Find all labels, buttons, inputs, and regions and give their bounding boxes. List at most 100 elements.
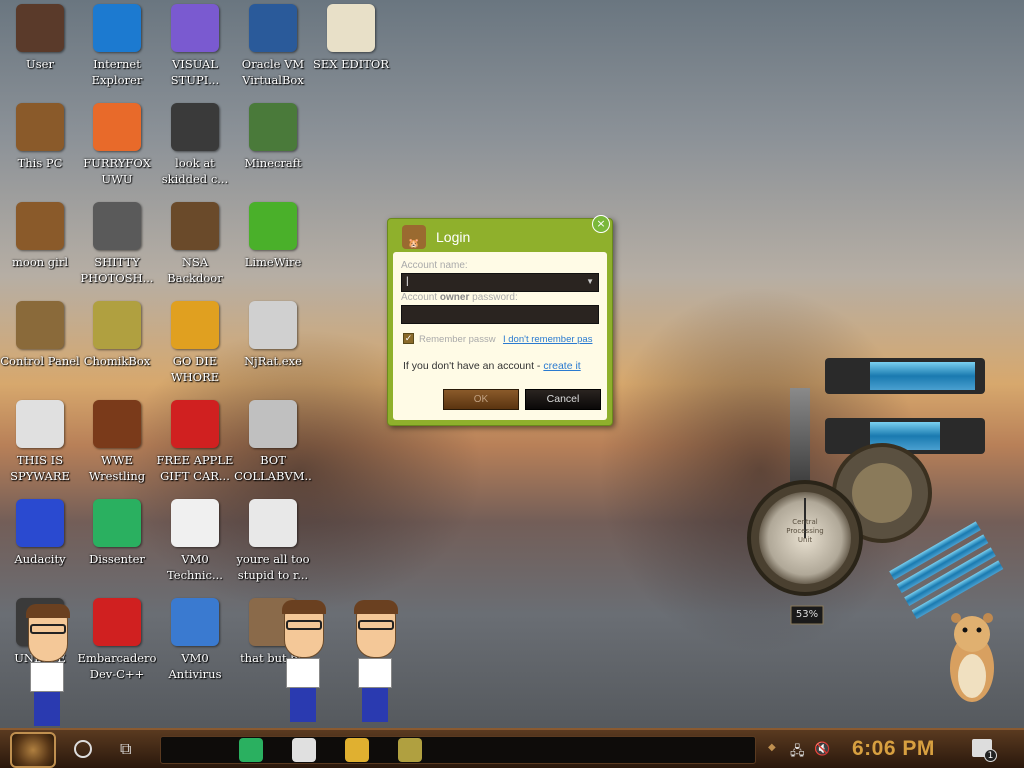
- chomikbox-icon: [93, 301, 141, 349]
- edge-browser-icon: [93, 4, 141, 52]
- remember-password-label: Remember passw: [419, 334, 496, 345]
- close-button[interactable]: ×: [592, 215, 610, 233]
- desktop-icon-label: Control Panel: [0, 354, 80, 368]
- desktop-icon[interactable]: Control Panel: [0, 301, 80, 397]
- login-title: Login: [436, 229, 471, 245]
- desktop-icon[interactable]: look at skidded c...: [155, 103, 235, 199]
- oven-icon: [93, 400, 141, 448]
- hamster-desktop-pet[interactable]: [942, 610, 1002, 706]
- dissenter-icon: [93, 499, 141, 547]
- desktop-icon-label: This PC: [17, 156, 63, 170]
- desktop-icon[interactable]: VM0 Antivirus: [155, 598, 235, 694]
- desktop-icon[interactable]: This PC: [0, 103, 80, 199]
- notification-count: 1: [984, 749, 997, 762]
- desktop-icon[interactable]: NSA Backdoor: [155, 202, 235, 298]
- password-label: Account owner password:: [401, 292, 518, 303]
- desktop-icon[interactable]: WWE Wrestling: [77, 400, 157, 496]
- desktop-icon[interactable]: User: [0, 4, 80, 100]
- lightbulb-icon: [16, 301, 64, 349]
- cancel-button[interactable]: Cancel: [525, 389, 601, 410]
- desktop-icon[interactable]: SEX EDITOR: [311, 4, 391, 100]
- desktop-icon[interactable]: Embarcadero Dev-C++: [77, 598, 157, 694]
- task-view-icon[interactable]: ⧉: [120, 739, 131, 759]
- desktop-icon-label: GO DIE WHORE: [170, 354, 220, 384]
- desktop-icon-label: THIS IS SPYWARE: [10, 453, 70, 483]
- desktop-icon-label: moon girl: [11, 255, 69, 269]
- desktop-icon[interactable]: Dissenter: [77, 499, 157, 595]
- desktop-icon[interactable]: moon girl: [0, 202, 80, 298]
- desktop-icon[interactable]: THIS IS SPYWARE: [0, 400, 80, 496]
- dropdown-arrow-icon[interactable]: ▼: [586, 277, 594, 286]
- audacity-icon: [16, 499, 64, 547]
- desktop-icon[interactable]: Minecraft: [233, 103, 313, 199]
- cartoon-character-2: [278, 600, 328, 722]
- notification-center-icon[interactable]: 1: [972, 739, 997, 762]
- account-name-value: |: [406, 276, 409, 287]
- account-name-label: Account name:: [401, 260, 468, 271]
- desktop-icon[interactable]: youre all too stupid to r...: [233, 499, 313, 595]
- desktop-icon[interactable]: NjRat.exe: [233, 301, 313, 397]
- chrome-icon: [16, 400, 64, 448]
- desktop-icon[interactable]: VM0 Technic...: [155, 499, 235, 595]
- gadget-graphic: [747, 358, 1004, 625]
- virtualbox-icon: [249, 4, 297, 52]
- desktop-icon-label: SEX EDITOR: [312, 57, 390, 71]
- desktop-icon-label: FURRYFOX UWU: [83, 156, 151, 186]
- desktop-icon-label: WWE Wrestling: [88, 453, 146, 483]
- folder-icon[interactable]: [345, 738, 369, 762]
- chrome-icon[interactable]: [292, 738, 316, 762]
- show-hidden-icons-icon[interactable]: ◆: [768, 742, 776, 753]
- monitor-icon: [249, 400, 297, 448]
- files-icon: [171, 103, 219, 151]
- password-field[interactable]: [401, 305, 599, 324]
- desktop-icon-label: look at skidded c...: [161, 156, 229, 186]
- technician-icon: [171, 499, 219, 547]
- network-icon[interactable]: 🖧: [790, 742, 805, 764]
- desktop-icon[interactable]: SHITTY PHOTOSH...: [77, 202, 157, 298]
- cpu-meter-gadget[interactable]: Central Processing Unit 53%: [745, 348, 1005, 628]
- desktop-icon[interactable]: Audacity: [0, 499, 80, 595]
- hxd-editor-icon: [327, 4, 375, 52]
- chomikbox-app-icon: 🐹: [402, 225, 426, 249]
- desktop-icon-label: youre all too stupid to r...: [236, 552, 310, 582]
- start-button[interactable]: [10, 732, 56, 768]
- desktop-icon[interactable]: BOT COLLABVM...: [233, 400, 313, 496]
- desktop-icon-label: NjRat.exe: [244, 354, 302, 368]
- volume-muted-icon[interactable]: 🔇: [814, 742, 830, 757]
- forgot-password-link[interactable]: I don't remember pas: [503, 334, 603, 345]
- desktop-icon-label: Dissenter: [89, 552, 145, 566]
- account-name-combobox[interactable]: | ▼: [401, 273, 599, 292]
- gear-box-icon: [171, 202, 219, 250]
- desktop-icon[interactable]: Internet Explorer: [77, 4, 157, 100]
- desktop-icon[interactable]: FURRYFOX UWU: [77, 103, 157, 199]
- desktop-icon-label: LimeWire: [244, 255, 302, 269]
- limewire-icon: [249, 202, 297, 250]
- desktop-icon-label: FREE APPLE GIFT CAR...: [156, 453, 234, 483]
- taskbar: ⧉ ◆ 🖧 🔇 6:06 PM 1: [0, 728, 1024, 768]
- desktop-icon[interactable]: FREE APPLE GIFT CAR...: [155, 400, 235, 496]
- desktop-icon-label: VISUAL STUPI...: [170, 57, 220, 87]
- desktop-icon[interactable]: Oracle VM VirtualBox: [233, 4, 313, 100]
- desktop-icon-label: BOT COLLABVM...: [234, 453, 312, 486]
- desktop-icon-label: VM0 Antivirus: [168, 651, 222, 681]
- chomikbox-icon[interactable]: [398, 738, 422, 762]
- shield-icon: [171, 598, 219, 646]
- search-icon[interactable]: [74, 740, 92, 758]
- create-account-link[interactable]: create it: [543, 360, 580, 372]
- desktop-icon-label: ChomikBox: [83, 354, 151, 368]
- ok-button[interactable]: OK: [443, 389, 519, 410]
- desktop-icon[interactable]: VISUAL STUPI...: [155, 4, 235, 100]
- desktop-icon[interactable]: GO DIE WHORE: [155, 301, 235, 397]
- desktop-icon-label: Embarcadero Dev-C++: [77, 651, 157, 681]
- skull-icon: [249, 301, 297, 349]
- remember-password-checkbox[interactable]: ✓: [403, 333, 414, 344]
- cartoon-character-1: [22, 604, 72, 726]
- desktop-icon-label: VM0 Technic...: [167, 552, 223, 582]
- desktop-icon[interactable]: LimeWire: [233, 202, 313, 298]
- visual-studio-icon: [171, 4, 219, 52]
- desktop-icon[interactable]: ChomikBox: [77, 301, 157, 397]
- computer-icon: [16, 103, 64, 151]
- die-icon: [171, 301, 219, 349]
- clock[interactable]: 6:06 PM: [852, 737, 935, 761]
- dissenter-icon[interactable]: [239, 738, 263, 762]
